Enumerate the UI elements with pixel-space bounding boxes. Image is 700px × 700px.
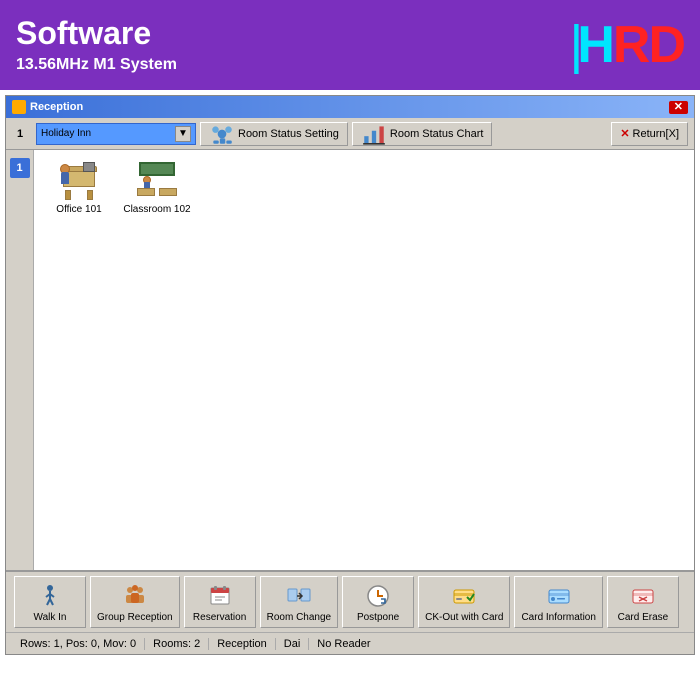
status-dai: Dai bbox=[276, 638, 310, 650]
card-info-label: Card Information bbox=[521, 612, 595, 623]
main-window: Reception ✕ 1 Holiday Inn ▼ Room Status … bbox=[5, 95, 695, 655]
dropdown-arrow-icon[interactable]: ▼ bbox=[175, 126, 191, 142]
status-bar: Rows: 1, Pos: 0, Mov: 0 Rooms: 2 Recepti… bbox=[6, 632, 694, 654]
app-header: Software 13.56MHz M1 System | H R D bbox=[0, 0, 700, 90]
group-reception-label: Group Reception bbox=[97, 612, 173, 623]
ckout-card-button[interactable]: CK-Out with Card bbox=[418, 576, 510, 628]
walk-in-label: Walk In bbox=[34, 612, 67, 623]
window-icon bbox=[12, 100, 26, 114]
hrd-r: R bbox=[613, 15, 649, 75]
classroom-room-icon bbox=[133, 160, 181, 202]
office-desk-icon bbox=[57, 162, 101, 200]
group-reception-button[interactable]: Group Reception bbox=[90, 576, 180, 628]
status-reader: No Reader bbox=[309, 638, 378, 650]
app-subtitle: 13.56MHz M1 System bbox=[16, 56, 177, 74]
status-rows: Rows: 1, Pos: 0, Mov: 0 bbox=[12, 638, 145, 650]
ckout-card-icon bbox=[450, 582, 478, 610]
postpone-label: Postpone bbox=[357, 612, 399, 623]
status-reception: Reception bbox=[209, 638, 276, 650]
hrd-logo: | H R D bbox=[569, 14, 684, 76]
window-title-text: Reception bbox=[30, 101, 83, 113]
walk-in-icon bbox=[36, 582, 64, 610]
room-status-setting-label: Room Status Setting bbox=[238, 128, 339, 140]
room-change-button[interactable]: Room Change bbox=[260, 576, 338, 628]
app-title: Software bbox=[16, 16, 177, 51]
hrd-pipe: | bbox=[569, 14, 577, 76]
window-close-button[interactable]: ✕ bbox=[669, 101, 688, 114]
hrd-h: H bbox=[577, 15, 613, 75]
walk-in-button[interactable]: Walk In bbox=[14, 576, 86, 628]
office-room-label: Office 101 bbox=[56, 204, 101, 215]
room-status-chart-button[interactable]: Room Status Chart bbox=[352, 122, 493, 146]
card-erase-button[interactable]: Card Erase bbox=[607, 576, 679, 628]
room-status-setting-button[interactable]: Room Status Setting bbox=[200, 122, 348, 146]
postpone-button[interactable]: Postpone bbox=[342, 576, 414, 628]
return-label: Return[X] bbox=[633, 128, 679, 140]
reservation-button[interactable]: Reservation bbox=[184, 576, 256, 628]
postpone-icon bbox=[364, 582, 392, 610]
reservation-icon bbox=[206, 582, 234, 610]
reservation-label: Reservation bbox=[193, 612, 246, 623]
classroom-room-label: Classroom 102 bbox=[123, 204, 190, 215]
room-change-icon bbox=[285, 582, 313, 610]
ckout-card-label: CK-Out with Card bbox=[425, 612, 503, 623]
window-title-left: Reception bbox=[12, 100, 83, 114]
card-erase-icon bbox=[629, 582, 657, 610]
content-area: 1 Office 101 bbox=[6, 150, 694, 570]
card-info-icon bbox=[545, 582, 573, 610]
room-item[interactable]: Office 101 bbox=[44, 160, 114, 215]
room-item[interactable]: Classroom 102 bbox=[122, 160, 192, 215]
room-status-setting-icon bbox=[209, 121, 235, 147]
hrd-d: D bbox=[648, 15, 684, 75]
header-left: Software 13.56MHz M1 System bbox=[16, 16, 177, 73]
bottom-toolbar: Walk In Group Reception Reservation Room… bbox=[6, 570, 694, 632]
return-x-icon: ✕ bbox=[620, 127, 629, 140]
hotel-dropdown-value: Holiday Inn bbox=[41, 128, 91, 139]
office-room-icon bbox=[55, 160, 103, 202]
card-info-button[interactable]: Card Information bbox=[514, 576, 602, 628]
row-badge: 1 bbox=[10, 158, 30, 178]
toolbar: 1 Holiday Inn ▼ Room Status Setting bbox=[6, 118, 694, 150]
toolbar-row-num: 1 bbox=[12, 128, 28, 140]
window-titlebar: Reception ✕ bbox=[6, 96, 694, 118]
room-status-chart-label: Room Status Chart bbox=[390, 128, 484, 140]
room-change-label: Room Change bbox=[267, 612, 331, 623]
group-reception-icon bbox=[121, 582, 149, 610]
status-rooms: Rooms: 2 bbox=[145, 638, 209, 650]
rooms-grid: Office 101 Classroom 102 bbox=[34, 150, 694, 570]
return-button[interactable]: ✕ Return[X] bbox=[611, 122, 688, 146]
room-status-chart-icon bbox=[361, 121, 387, 147]
hotel-dropdown[interactable]: Holiday Inn ▼ bbox=[36, 123, 196, 145]
card-erase-label: Card Erase bbox=[618, 612, 669, 623]
classroom-icon bbox=[135, 162, 179, 200]
row-sidebar: 1 bbox=[6, 150, 34, 570]
